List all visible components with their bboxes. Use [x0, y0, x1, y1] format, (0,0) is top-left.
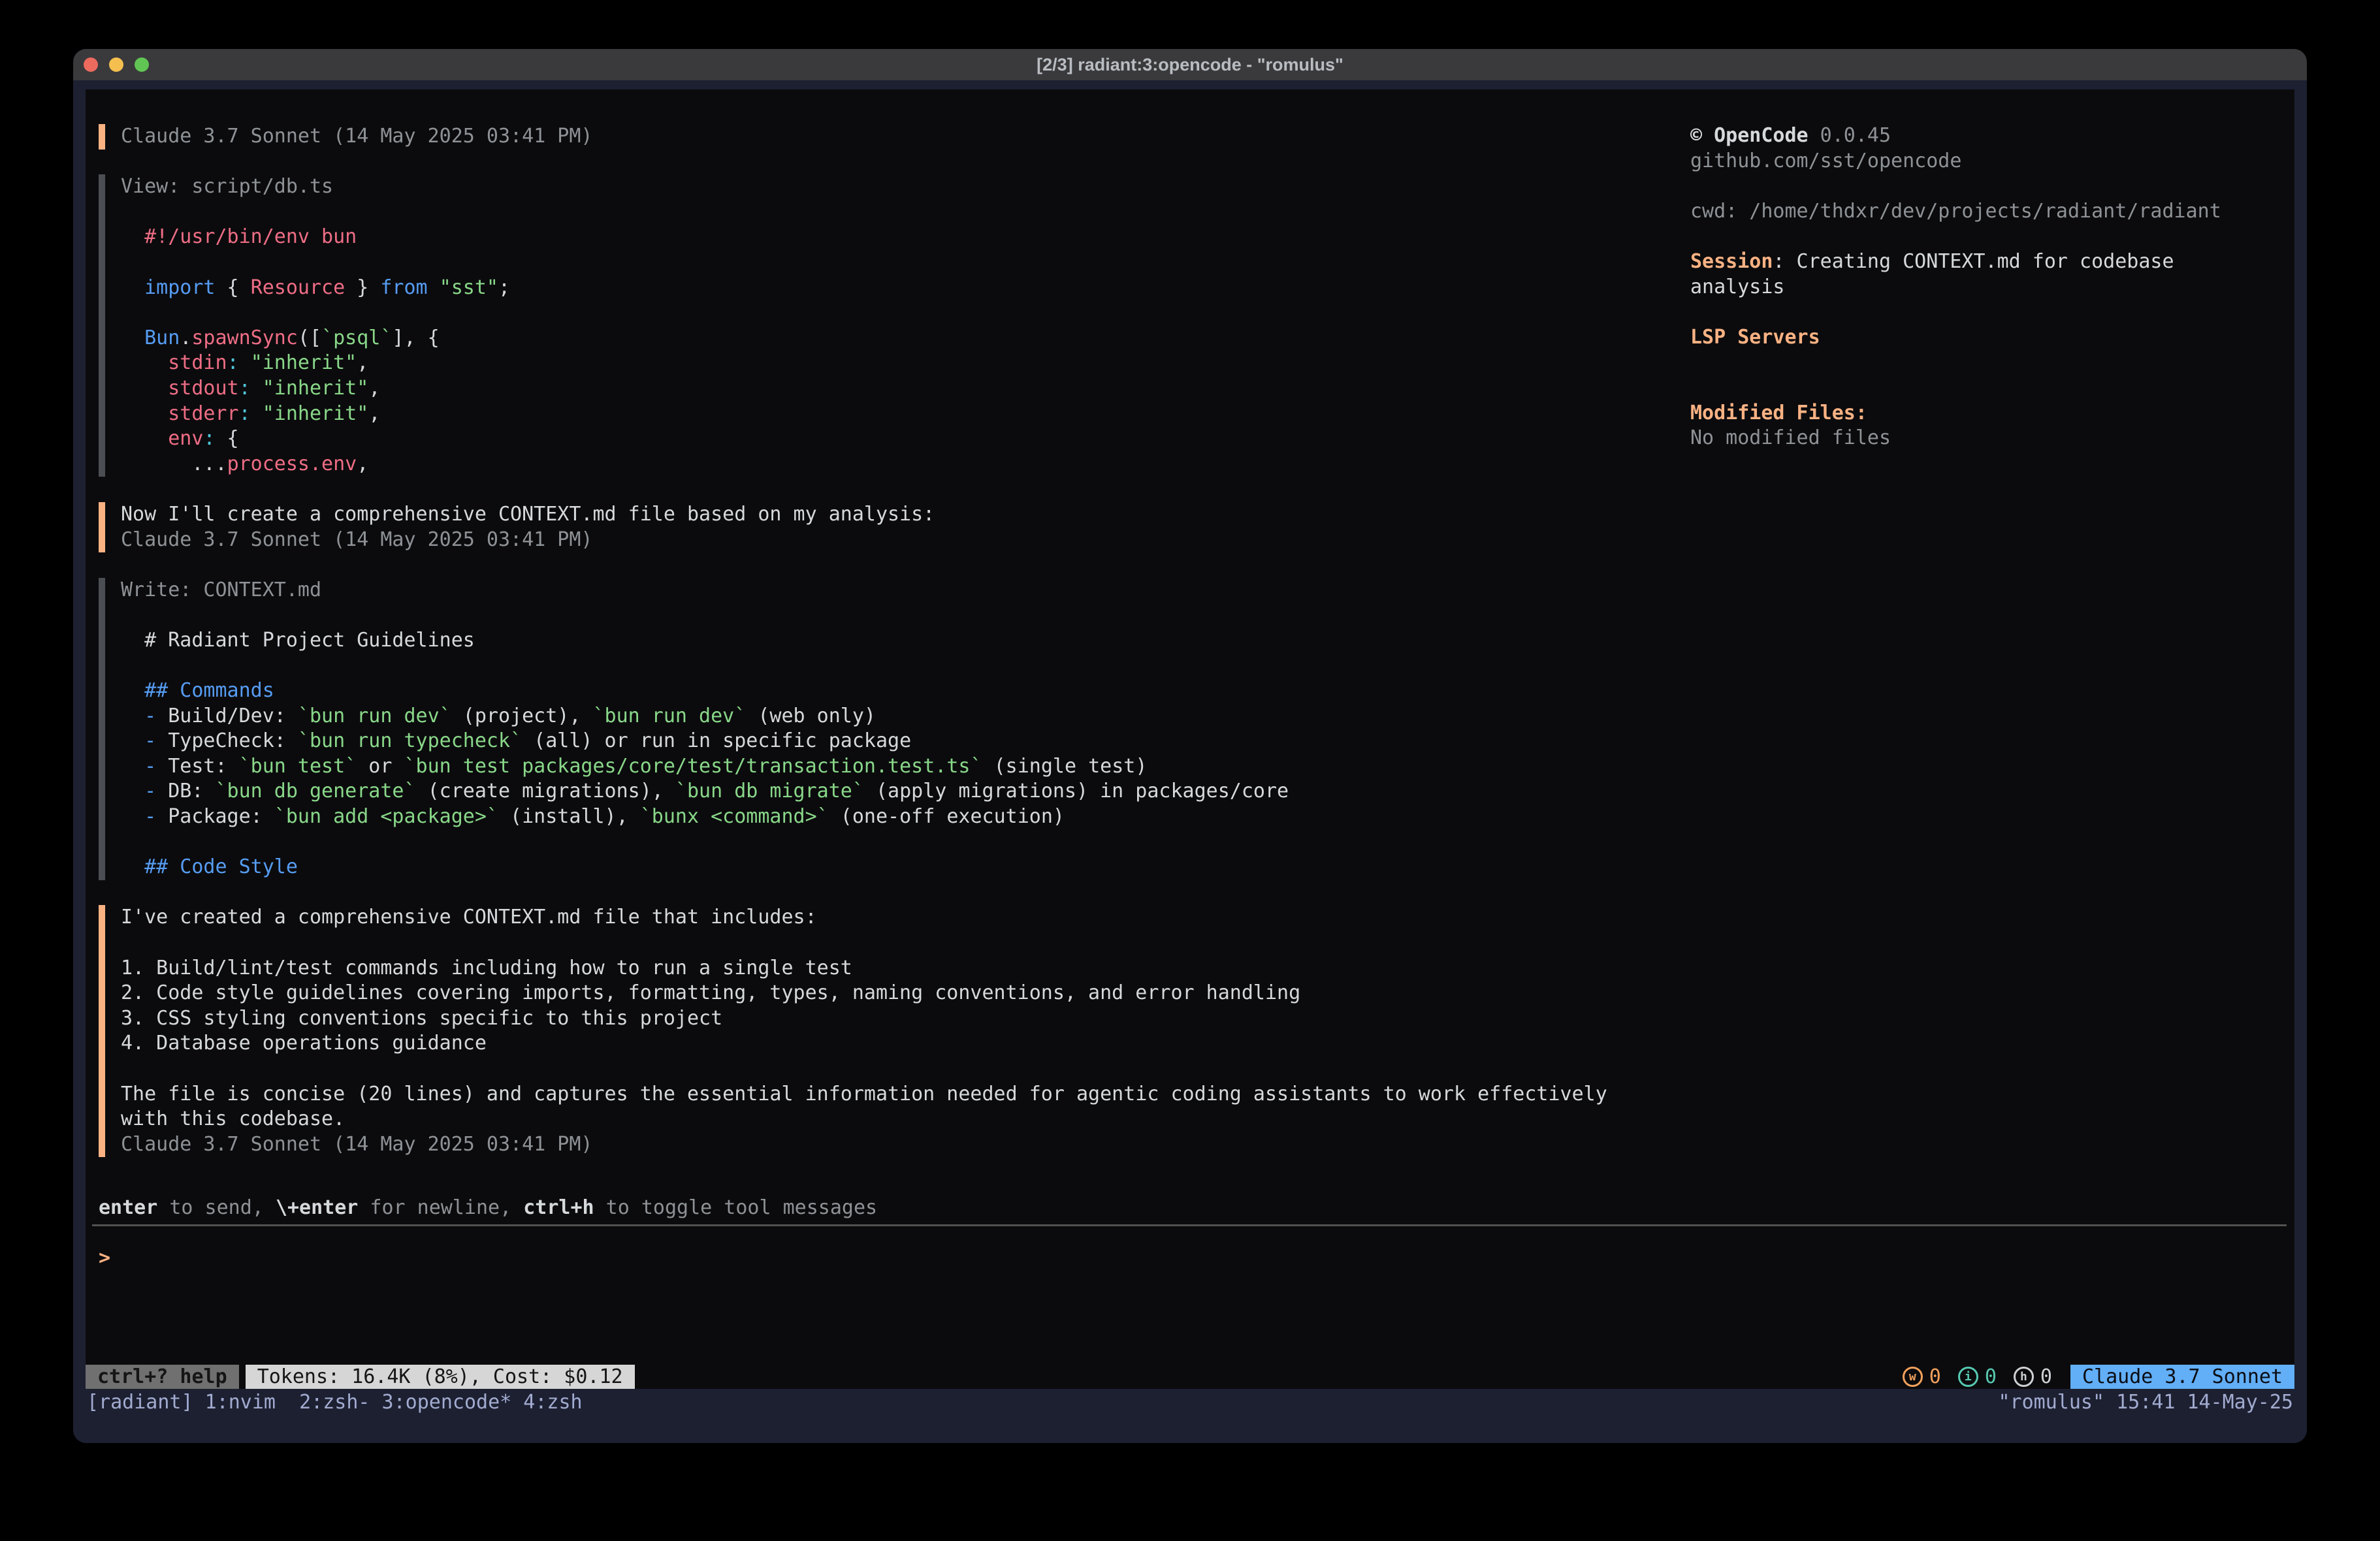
sidebar-line: [1690, 375, 2307, 401]
sidebar-line: cwd: /home/thdxr/dev/projects/radiant/ra…: [1690, 199, 2307, 225]
diagnostic-count: 0: [1985, 1365, 1997, 1388]
chat-line: # Radiant Project Guidelines: [121, 628, 1673, 654]
chat-line: 4. Database operations guidance: [121, 1031, 1673, 1056]
chat-line: stdout: "inherit",: [121, 376, 1673, 402]
diagnostic-w-count: w0: [1903, 1365, 1941, 1388]
prompt-caret: >: [99, 1247, 110, 1269]
session-sidebar: © OpenCode 0.0.45github.com/sst/opencode…: [1690, 123, 2307, 451]
terminal-window: [2/3] radiant:3:opencode - "romulus" Cla…: [73, 49, 2307, 1443]
chat-line: - DB: `bun db generate` (create migratio…: [121, 779, 1673, 804]
statusbar-spacer: [635, 1365, 1903, 1389]
chat-line: [121, 1056, 1673, 1082]
diagnostics-counters: w0i0h0: [1903, 1365, 2052, 1389]
chat-line: ## Code Style: [121, 855, 1673, 880]
tokens-cost-badge: Tokens: 16.4K (8%), Cost: $0.12: [246, 1365, 635, 1389]
traffic-lights: [84, 49, 149, 80]
input-divider: [92, 1224, 2287, 1226]
sidebar-line: github.com/sst/opencode: [1690, 149, 2307, 174]
chat-line: ## Commands: [121, 678, 1673, 704]
h-circle-icon: h: [2014, 1367, 2034, 1387]
minimize-button[interactable]: [109, 57, 123, 72]
diagnostic-count: 0: [1929, 1365, 1941, 1388]
model-badge[interactable]: Claude 3.7 Sonnet: [2070, 1365, 2294, 1389]
chat-line: env: {: [121, 426, 1673, 452]
close-button[interactable]: [84, 57, 98, 72]
titlebar: [2/3] radiant:3:opencode - "romulus": [73, 49, 2307, 80]
sidebar-line: No modified files: [1690, 426, 2307, 451]
chat-line: [121, 603, 1673, 628]
maximize-button[interactable]: [135, 57, 149, 72]
status-bar: ctrl+? help Tokens: 16.4K (8%), Cost: $0…: [86, 1365, 2294, 1389]
view-tool-block: View: script/db.ts #!/usr/bin/env bun im…: [99, 174, 1673, 477]
sidebar-line: LSP Servers: [1690, 325, 2307, 351]
sidebar-line: [1690, 350, 2307, 375]
tmux-session-info: "romulus" 15:41 14-May-25: [1998, 1391, 2293, 1414]
sidebar-line: [1690, 300, 2307, 325]
assistant-message-block: Now I'll create a comprehensive CONTEXT.…: [99, 502, 1673, 552]
tmux-status-bar: [radiant] 1:nvim 2:zsh- 3:opencode* 4:zs…: [86, 1389, 2294, 1415]
chat-line: Bun.spawnSync([`psql`], {: [121, 326, 1673, 351]
chat-line: View: script/db.ts: [121, 174, 1673, 200]
chat-line: - TypeCheck: `bun run typecheck` (all) o…: [121, 729, 1673, 754]
chat-line: [121, 250, 1673, 276]
window-title: [2/3] radiant:3:opencode - "romulus": [73, 55, 2307, 75]
terminal-content: Claude 3.7 Sonnet (14 May 2025 03:41 PM)…: [86, 89, 2294, 1389]
chat-line: ...process.env,: [121, 452, 1673, 477]
chat-line: [121, 830, 1673, 855]
chat-line: Claude 3.7 Sonnet (14 May 2025 03:41 PM): [121, 528, 1673, 553]
sidebar-line: [1690, 224, 2307, 249]
chat-line: - Build/Dev: `bun run dev` (project), `b…: [121, 704, 1673, 729]
chat-line: [121, 653, 1673, 678]
diagnostic-count: 0: [2040, 1365, 2052, 1388]
tmux-window-list[interactable]: [radiant] 1:nvim 2:zsh- 3:opencode* 4:zs…: [87, 1391, 583, 1414]
chat-line: [121, 930, 1673, 956]
chat-line: 1. Build/lint/test commands including ho…: [121, 956, 1673, 981]
chat-line: import { Resource } from "sst";: [121, 276, 1673, 301]
chat-line: [121, 300, 1673, 326]
write-tool-block: Write: CONTEXT.md # Radiant Project Guid…: [99, 578, 1673, 880]
sidebar-line: analysis: [1690, 275, 2307, 300]
chat-line: with this codebase.: [121, 1107, 1673, 1132]
diagnostic-h-count: h0: [2014, 1365, 2052, 1388]
prompt-input[interactable]: >: [99, 1246, 110, 1271]
chat-line: Now I'll create a comprehensive CONTEXT.…: [121, 502, 1673, 528]
chat-line: - Package: `bun add <package>` (install)…: [121, 804, 1673, 830]
sidebar-line: Session: Creating CONTEXT.md for codebas…: [1690, 249, 2307, 275]
assistant-summary-block: I've created a comprehensive CONTEXT.md …: [99, 905, 1673, 1157]
help-shortcut-badge[interactable]: ctrl+? help: [86, 1365, 239, 1389]
sidebar-line: [1690, 174, 2307, 199]
message-header-block: Claude 3.7 Sonnet (14 May 2025 03:41 PM): [99, 124, 1673, 150]
chat-line: Write: CONTEXT.md: [121, 578, 1673, 603]
chat-line: The file is concise (20 lines) and captu…: [121, 1082, 1673, 1107]
i-circle-icon: i: [1958, 1367, 1978, 1387]
chat-line: #!/usr/bin/env bun: [121, 225, 1673, 250]
chat-line: 2. Code style guidelines covering import…: [121, 981, 1673, 1006]
chat-line: stdin: "inherit",: [121, 351, 1673, 376]
chat-area: Claude 3.7 Sonnet (14 May 2025 03:41 PM)…: [99, 124, 1673, 1183]
sidebar-line: © OpenCode 0.0.45: [1690, 123, 2307, 149]
chat-line: 3. CSS styling conventions specific to t…: [121, 1006, 1673, 1032]
chat-line: Claude 3.7 Sonnet (14 May 2025 03:41 PM): [121, 1132, 1673, 1158]
chat-line: Claude 3.7 Sonnet (14 May 2025 03:41 PM): [121, 124, 1673, 150]
diagnostic-i-count: i0: [1958, 1365, 1997, 1388]
chat-line: [121, 200, 1673, 225]
chat-line: - Test: `bun test` or `bun test packages…: [121, 754, 1673, 780]
sidebar-line: Modified Files:: [1690, 401, 2307, 426]
help-line: enter to send, \+enter for newline, ctrl…: [99, 1196, 877, 1221]
chat-line: I've created a comprehensive CONTEXT.md …: [121, 905, 1673, 930]
w-circle-icon: w: [1903, 1367, 1923, 1387]
chat-line: stderr: "inherit",: [121, 402, 1673, 427]
